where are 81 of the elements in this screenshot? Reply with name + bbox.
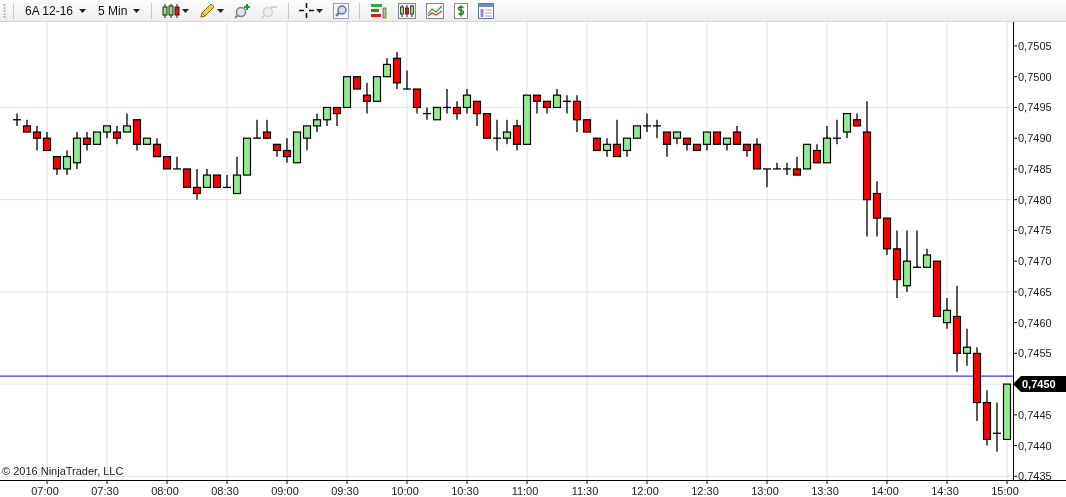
candlestick xyxy=(212,174,222,188)
candlestick xyxy=(452,100,462,121)
candlestick xyxy=(652,119,662,139)
price-axis-label: 0,7465 xyxy=(1018,285,1052,298)
caret-icon xyxy=(79,8,87,13)
time-axis-label: 14:30 xyxy=(931,485,959,497)
time-axis-label: 14:00 xyxy=(871,485,899,497)
candlestick xyxy=(502,119,512,145)
time-axis-label: 11:00 xyxy=(511,485,539,497)
candlestick xyxy=(482,112,492,139)
last-price-marker: 0,7450 xyxy=(1013,376,1066,393)
price-axis-label: 0,7500 xyxy=(1018,70,1052,83)
time-axis-label: 13:30 xyxy=(811,485,839,497)
line-chart-icon xyxy=(426,2,445,19)
copyright-text: © 2016 NinjaTrader, LLC xyxy=(2,465,124,477)
instrument-dropdown[interactable]: 6A 12-16 xyxy=(21,0,91,21)
caret-icon xyxy=(316,8,324,13)
candlestick xyxy=(732,125,742,145)
price-axis-label: 0,7495 xyxy=(1018,101,1052,114)
candlestick xyxy=(982,389,992,447)
candlestick xyxy=(322,106,332,127)
crosshair-icon xyxy=(299,3,315,18)
candlestick xyxy=(292,131,302,164)
candlestick xyxy=(492,119,502,152)
time-axis-label: 11:30 xyxy=(571,485,599,497)
time-axis-label: 12:30 xyxy=(691,485,719,497)
price-axis-label: 0,7475 xyxy=(1018,224,1052,237)
candlestick xyxy=(552,88,562,109)
candlestick xyxy=(42,131,52,152)
time-axis-label: 10:00 xyxy=(391,485,419,497)
price-axis-label: 0,7490 xyxy=(1018,132,1052,145)
caret-icon xyxy=(133,8,141,13)
time-axis-label: 15:00 xyxy=(991,485,1019,497)
candlestick xyxy=(992,401,1002,453)
candlestick xyxy=(102,125,112,139)
candlestick xyxy=(312,112,322,133)
caret-icon xyxy=(182,8,190,13)
candlestick xyxy=(262,119,272,139)
zoom-in-icon xyxy=(234,2,252,19)
price-axis-label: 0,7455 xyxy=(1018,347,1052,360)
grip-icon[interactable] xyxy=(3,2,6,19)
pencil-icon xyxy=(199,2,216,19)
candlestick xyxy=(1002,383,1012,441)
dollar-document-icon xyxy=(454,2,469,19)
candlestick xyxy=(462,88,472,115)
candlestick xyxy=(372,76,382,102)
time-axis-label: 07:00 xyxy=(31,485,59,497)
magnifier-icon xyxy=(333,2,350,19)
interval-dropdown[interactable]: 5 Min xyxy=(94,0,145,21)
time-axis-label: 09:30 xyxy=(331,485,359,497)
candlestick xyxy=(52,156,62,176)
caret-icon xyxy=(217,8,225,13)
time-axis-label: 09:00 xyxy=(271,485,299,497)
window-icon xyxy=(478,2,495,19)
time-axis-label: 12:00 xyxy=(631,485,659,497)
time-axis-label: 08:30 xyxy=(211,485,239,497)
candlestick xyxy=(542,100,552,115)
time-axis-label: 08:00 xyxy=(151,485,179,497)
candlestick-chart-icon xyxy=(398,2,417,19)
candlestick xyxy=(302,125,312,152)
candlestick xyxy=(172,156,182,170)
price-axis-label: 0,7435 xyxy=(1018,470,1052,483)
candlestick-icon xyxy=(162,2,181,19)
price-axis-label: 0,7460 xyxy=(1018,316,1052,329)
time-axis-label: 13:00 xyxy=(751,485,779,497)
candlestick xyxy=(722,137,732,152)
time-axis-label: 10:30 xyxy=(451,485,479,497)
candlestick xyxy=(792,156,802,176)
price-axis-label: 0,7440 xyxy=(1018,439,1052,452)
candlestick xyxy=(12,112,22,127)
candlestick xyxy=(802,143,812,170)
price-axis-label: 0,7445 xyxy=(1018,408,1052,421)
time-axis-label: 07:30 xyxy=(91,485,119,497)
bars-icon xyxy=(370,2,389,19)
candlestick xyxy=(472,100,482,127)
candlestick xyxy=(112,125,122,145)
price-axis-label: 0,7480 xyxy=(1018,193,1052,206)
price-axis-label: 0,7470 xyxy=(1018,255,1052,268)
candlestick xyxy=(592,137,602,152)
price-axis-label: 0,7485 xyxy=(1018,162,1052,175)
price-axis-label: 0,7505 xyxy=(1018,40,1052,52)
